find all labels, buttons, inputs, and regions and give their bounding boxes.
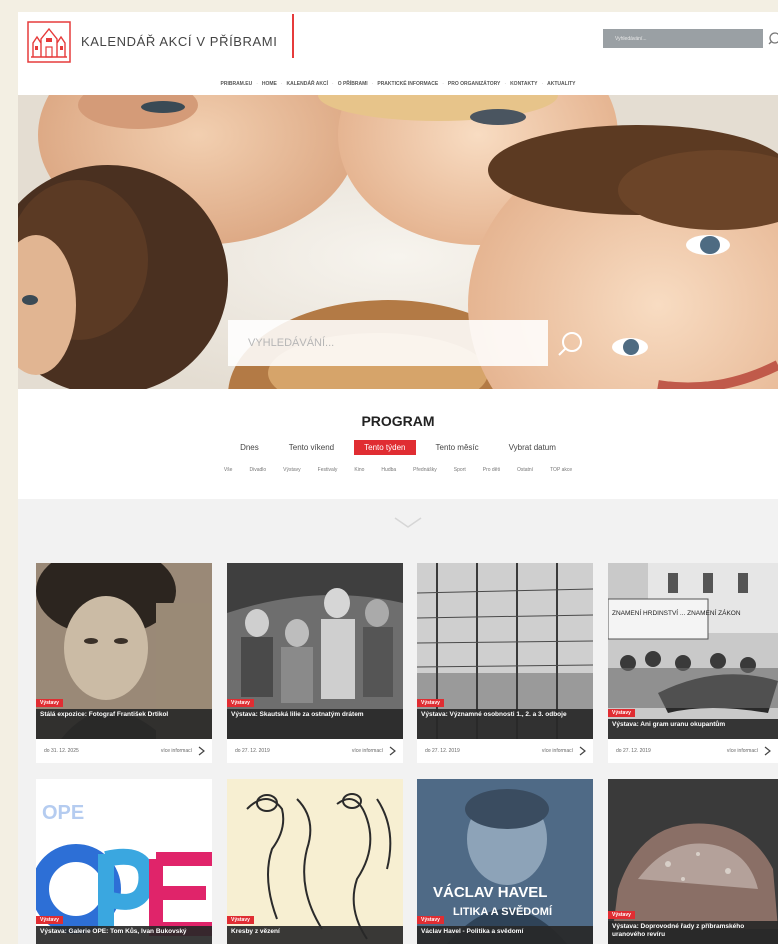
- event-title[interactable]: Václav Havel - Politika a svědomí: [417, 926, 593, 944]
- event-category-tag: Výstavy: [36, 916, 63, 924]
- nav-item-home[interactable]: HOME: [262, 81, 277, 87]
- event-footer: do 27. 12. 2019 více informací: [608, 739, 778, 763]
- nav-separator: ·: [256, 81, 258, 87]
- event-card[interactable]: Výstavy Výstava: Skautská lilie za ostna…: [227, 563, 403, 763]
- main-nav: PRIBRAM.EU · HOME · KALENDÁŘ AKCÍ · O PŘ…: [18, 74, 778, 94]
- mineral-photo: [608, 779, 778, 944]
- nav-separator: ·: [442, 81, 444, 87]
- havel-poster-name: VÁCLAV HAVEL: [433, 884, 547, 901]
- event-card[interactable]: Výstavy Stálá expozice: Fotograf Františ…: [36, 563, 212, 763]
- category-festivals[interactable]: Festivaly: [318, 467, 338, 473]
- nav-separator: ·: [541, 81, 544, 87]
- event-category-tag: Výstavy: [227, 699, 254, 707]
- event-title[interactable]: Výstava: Ani gram uranu okupantům: [608, 719, 778, 739]
- period-today[interactable]: Dnes: [230, 440, 269, 455]
- chevron-right-icon[interactable]: [389, 746, 397, 756]
- nav-item-kalendar-akci[interactable]: KALENDÁŘ AKCÍ: [287, 81, 328, 87]
- event-title[interactable]: Výstava: Galerie OPE: Tom Kůs, Ivan Buko…: [36, 926, 212, 944]
- event-title[interactable]: Kresby z vězení: [227, 926, 403, 944]
- event-category-tag: Výstavy: [608, 911, 635, 919]
- program-title: PROGRAM: [361, 413, 435, 429]
- hero-banner: VYHLEDÁVÁNÍ...: [18, 95, 778, 389]
- search-icon[interactable]: [768, 30, 778, 48]
- category-theatre[interactable]: Divadlo: [249, 467, 266, 473]
- category-exhibitions[interactable]: Výstavy: [283, 467, 301, 473]
- title-divider: [292, 14, 294, 58]
- event-footer: do 27. 12. 2019 více informací: [227, 739, 403, 763]
- event-card[interactable]: OPE Výstavy Výstava: Galerie OPE: Tom Ků…: [36, 779, 212, 944]
- more-info-link[interactable]: více informací: [542, 748, 573, 754]
- event-date: do 31. 12. 2025: [44, 748, 79, 754]
- nav-item-pro-organizatory[interactable]: PRO ORGANIZÁTORY: [448, 81, 501, 87]
- category-cinema[interactable]: Kino: [354, 467, 364, 473]
- header-search-input[interactable]: Vyhledávání...: [603, 29, 763, 48]
- program-section: PROGRAM Dnes Tento víkend Tento týden Te…: [18, 389, 778, 499]
- category-sport[interactable]: Sport: [454, 467, 466, 473]
- chevron-down-icon[interactable]: [394, 517, 422, 529]
- event-date: do 27. 12. 2019: [425, 748, 460, 754]
- event-image[interactable]: [608, 779, 778, 944]
- more-info-link[interactable]: více informací: [727, 748, 758, 754]
- period-pick-date[interactable]: Vybrat datum: [499, 440, 566, 455]
- nav-item-pribram-eu[interactable]: PRIBRAM.EU: [221, 81, 253, 87]
- nav-separator: ·: [371, 81, 374, 87]
- event-card[interactable]: Výstavy Výstava: Doprovodné řady z příbr…: [608, 779, 778, 944]
- category-music[interactable]: Hudba: [381, 467, 396, 473]
- category-lectures[interactable]: Přednášky: [413, 467, 437, 473]
- ope-letters: OPE: [42, 802, 84, 824]
- event-card[interactable]: VÁCLAV HAVEL LITIKA A SVĚDOMÍ Výstavy Vá…: [417, 779, 593, 944]
- site-header: KALENDÁŘ AKCÍ V PŘÍBRAMI Vyhledávání...: [18, 12, 778, 70]
- event-date: do 27. 12. 2019: [235, 748, 270, 754]
- category-top-events[interactable]: TOP akce: [550, 467, 572, 473]
- event-title[interactable]: Výstava: Významné osobnosti 1., 2. a 3. …: [417, 709, 593, 739]
- nav-separator: ·: [280, 81, 283, 87]
- event-category-tag: Výstavy: [227, 916, 254, 924]
- event-category-tag: Výstavy: [608, 709, 635, 717]
- event-card[interactable]: Výstavy Kresby z vězení: [227, 779, 403, 944]
- event-category-tag: Výstavy: [417, 699, 444, 707]
- period-this-weekend[interactable]: Tento víkend: [279, 440, 344, 455]
- nav-item-prakticke-informace[interactable]: PRAKTICKÉ INFORMACE: [377, 81, 438, 87]
- event-card[interactable]: ZNAMENÍ HRDINSTVÍ ... ZNAMENÍ ZÁKON Výst…: [608, 563, 778, 763]
- nav-item-aktuality[interactable]: AKTUALITY: [547, 81, 575, 87]
- page: KALENDÁŘ AKCÍ V PŘÍBRAMI Vyhledávání... …: [18, 12, 778, 944]
- event-title[interactable]: Stálá expozice: Fotograf František Drtik…: [36, 709, 212, 739]
- chevron-right-icon[interactable]: [579, 746, 587, 756]
- event-card[interactable]: Výstavy Výstava: Významné osobnosti 1., …: [417, 563, 593, 763]
- category-for-kids[interactable]: Pro děti: [483, 467, 500, 473]
- event-category-tag: Výstavy: [417, 916, 444, 924]
- event-footer: do 31. 12. 2025 více informací: [36, 739, 212, 763]
- events-grid: Výstavy Stálá expozice: Fotograf Františ…: [18, 499, 778, 944]
- event-title[interactable]: Výstava: Doprovodné řady z příbramského …: [608, 921, 778, 944]
- town-hall-logo-icon[interactable]: [27, 21, 71, 63]
- nav-separator: ·: [332, 81, 334, 87]
- nav-item-o-pribrami[interactable]: O PŘÍBRAMI: [338, 81, 368, 87]
- category-all[interactable]: Vše: [224, 467, 233, 473]
- period-this-week[interactable]: Tento týden: [354, 440, 416, 455]
- hero-search-input[interactable]: VYHLEDÁVÁNÍ...: [228, 320, 548, 366]
- protest-banner-text: ZNAMENÍ HRDINSTVÍ ... ZNAMENÍ ZÁKON: [612, 608, 741, 617]
- period-this-month[interactable]: Tento měsíc: [426, 440, 489, 455]
- chevron-right-icon[interactable]: [198, 746, 206, 756]
- more-info-link[interactable]: více informací: [161, 748, 192, 754]
- period-filter: Dnes Tento víkend Tento týden Tento měsí…: [18, 440, 778, 455]
- event-date: do 27. 12. 2019: [616, 748, 651, 754]
- event-title[interactable]: Výstava: Skautská lilie za ostnatým drát…: [227, 709, 403, 739]
- more-info-link[interactable]: více informací: [352, 748, 383, 754]
- site-title[interactable]: KALENDÁŘ AKCÍ V PŘÍBRAMI: [81, 34, 277, 49]
- havel-poster-subtitle: LITIKA A SVĚDOMÍ: [453, 905, 553, 918]
- nav-item-kontakty[interactable]: KONTAKTY: [510, 81, 537, 87]
- nav-separator: ·: [504, 81, 507, 87]
- event-footer: do 27. 12. 2019 více informací: [417, 739, 593, 763]
- chevron-right-icon[interactable]: [764, 746, 772, 756]
- search-icon[interactable]: [554, 328, 586, 360]
- category-filter: Vše Divadlo Výstavy Festivaly Kino Hudba…: [18, 467, 778, 473]
- category-other[interactable]: Ostatní: [517, 467, 533, 473]
- event-category-tag: Výstavy: [36, 699, 63, 707]
